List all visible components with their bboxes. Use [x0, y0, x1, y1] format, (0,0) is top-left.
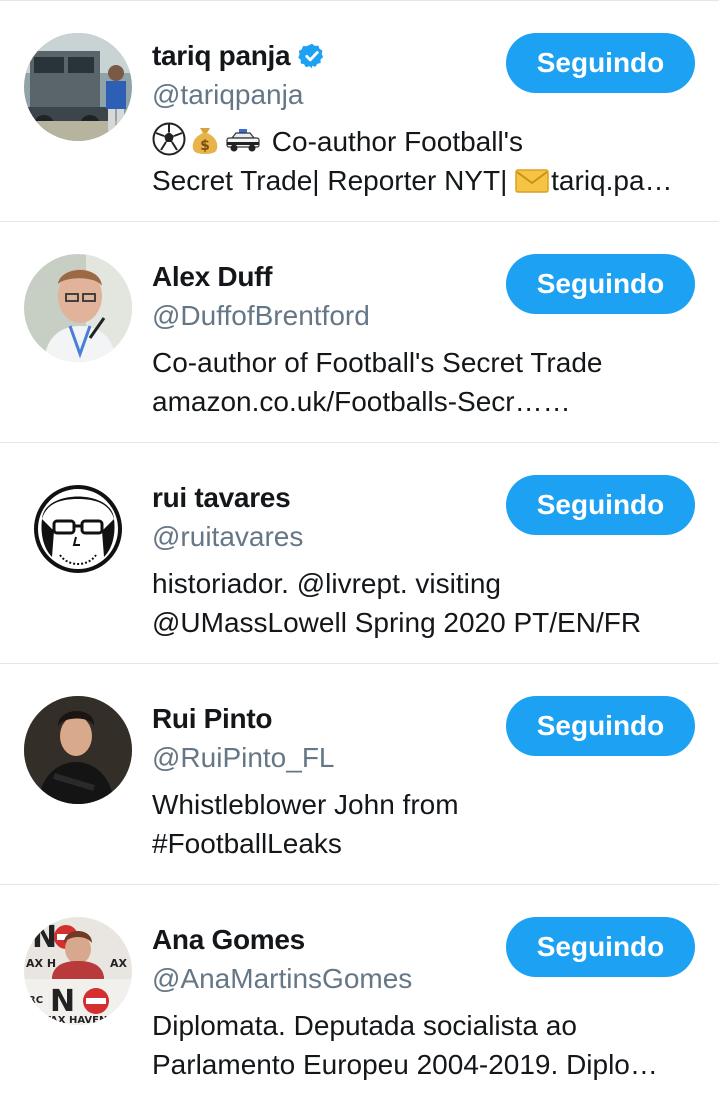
money-bag-icon: $	[192, 128, 218, 154]
following-button[interactable]: Seguindo	[506, 254, 695, 314]
user-name[interactable]: tariq panja	[152, 40, 291, 72]
avatar-image: N AX H AX RC N TAX HAVEN	[24, 917, 132, 1025]
following-button[interactable]: Seguindo	[506, 917, 695, 977]
soccer-ball-icon	[152, 122, 186, 156]
user-row[interactable]: Alex Duff @DuffofBrentford Co-author of …	[0, 222, 719, 443]
user-name[interactable]: Ana Gomes	[152, 924, 305, 956]
user-row[interactable]: tariq panja @tariqpanja $ Co-author Foot…	[0, 1, 719, 222]
avatar[interactable]: N AX H AX RC N TAX HAVEN	[24, 917, 132, 1025]
bio-text: Co-author Football's	[271, 126, 524, 157]
bio-hashtag[interactable]: #FootballLeaks	[152, 824, 697, 863]
user-bio: Whistleblower John from #FootballLeaks	[152, 785, 697, 863]
avatar[interactable]	[24, 475, 132, 583]
user-name[interactable]: Alex Duff	[152, 261, 273, 293]
following-button[interactable]: Seguindo	[506, 696, 695, 756]
avatar[interactable]	[24, 254, 132, 362]
svg-text:AX: AX	[110, 957, 128, 970]
avatar-image	[24, 696, 132, 804]
bio-line: @UMassLowell Spring 2020 PT/EN/FR	[152, 607, 642, 638]
user-row[interactable]: rui tavares @ruitavares historiador. @li…	[0, 443, 719, 664]
user-bio: Diplomata. Deputada socialista ao Parlam…	[152, 1006, 697, 1084]
verified-badge-icon	[298, 43, 324, 69]
following-button[interactable]: Seguindo	[506, 475, 695, 535]
user-bio: Co-author of Football's Secret Trade ama…	[152, 343, 697, 421]
user-bio: $ Co-author Football's Secret Trade| Rep…	[152, 122, 697, 200]
bio-line: Secret Trade| Reporter NYT| tariq.pa…	[152, 161, 697, 200]
avatar-no-text: N	[32, 920, 57, 955]
user-name[interactable]: rui tavares	[152, 482, 291, 514]
avatar-image	[24, 254, 132, 362]
bio-line: Parlamento Europeu 2004-2019. Diplo…	[152, 1049, 658, 1080]
bio-text: Secret Trade| Reporter NYT|	[152, 165, 508, 196]
bio-line: historiador. @livrept. visiting	[152, 568, 502, 599]
avatar-image	[24, 33, 132, 141]
bio-line: Co-author of Football's Secret Trade	[152, 347, 603, 378]
svg-text:RC: RC	[28, 995, 43, 1006]
following-list: tariq panja @tariqpanja $ Co-author Foot…	[0, 0, 719, 1081]
envelope-icon	[515, 169, 549, 193]
user-row[interactable]: N AX H AX RC N TAX HAVEN Ana Gomes @AnaM…	[0, 885, 719, 1106]
svg-text:$: $	[200, 138, 210, 154]
svg-text:N: N	[50, 984, 75, 1019]
bio-line: Diplomata. Deputada socialista ao	[152, 1010, 577, 1041]
user-bio: historiador. @livrept. visiting @UMassLo…	[152, 564, 697, 642]
user-name[interactable]: Rui Pinto	[152, 703, 272, 735]
svg-text:AX H: AX H	[26, 957, 56, 970]
avatar[interactable]	[24, 33, 132, 141]
bio-line: $ Co-author Football's	[152, 122, 697, 161]
bio-line: Whistleblower John from	[152, 789, 459, 820]
svg-text:TAX HAVEN: TAX HAVEN	[44, 1015, 107, 1025]
avatar[interactable]	[24, 696, 132, 804]
following-button[interactable]: Seguindo	[506, 33, 695, 93]
user-row[interactable]: Rui Pinto @RuiPinto_FL Whistleblower Joh…	[0, 664, 719, 885]
avatar-image	[24, 475, 132, 583]
police-car-icon	[226, 129, 260, 152]
bio-text: tariq.pa…	[551, 165, 673, 196]
bio-link[interactable]: amazon.co.uk/Footballs-Secr……	[152, 382, 697, 421]
